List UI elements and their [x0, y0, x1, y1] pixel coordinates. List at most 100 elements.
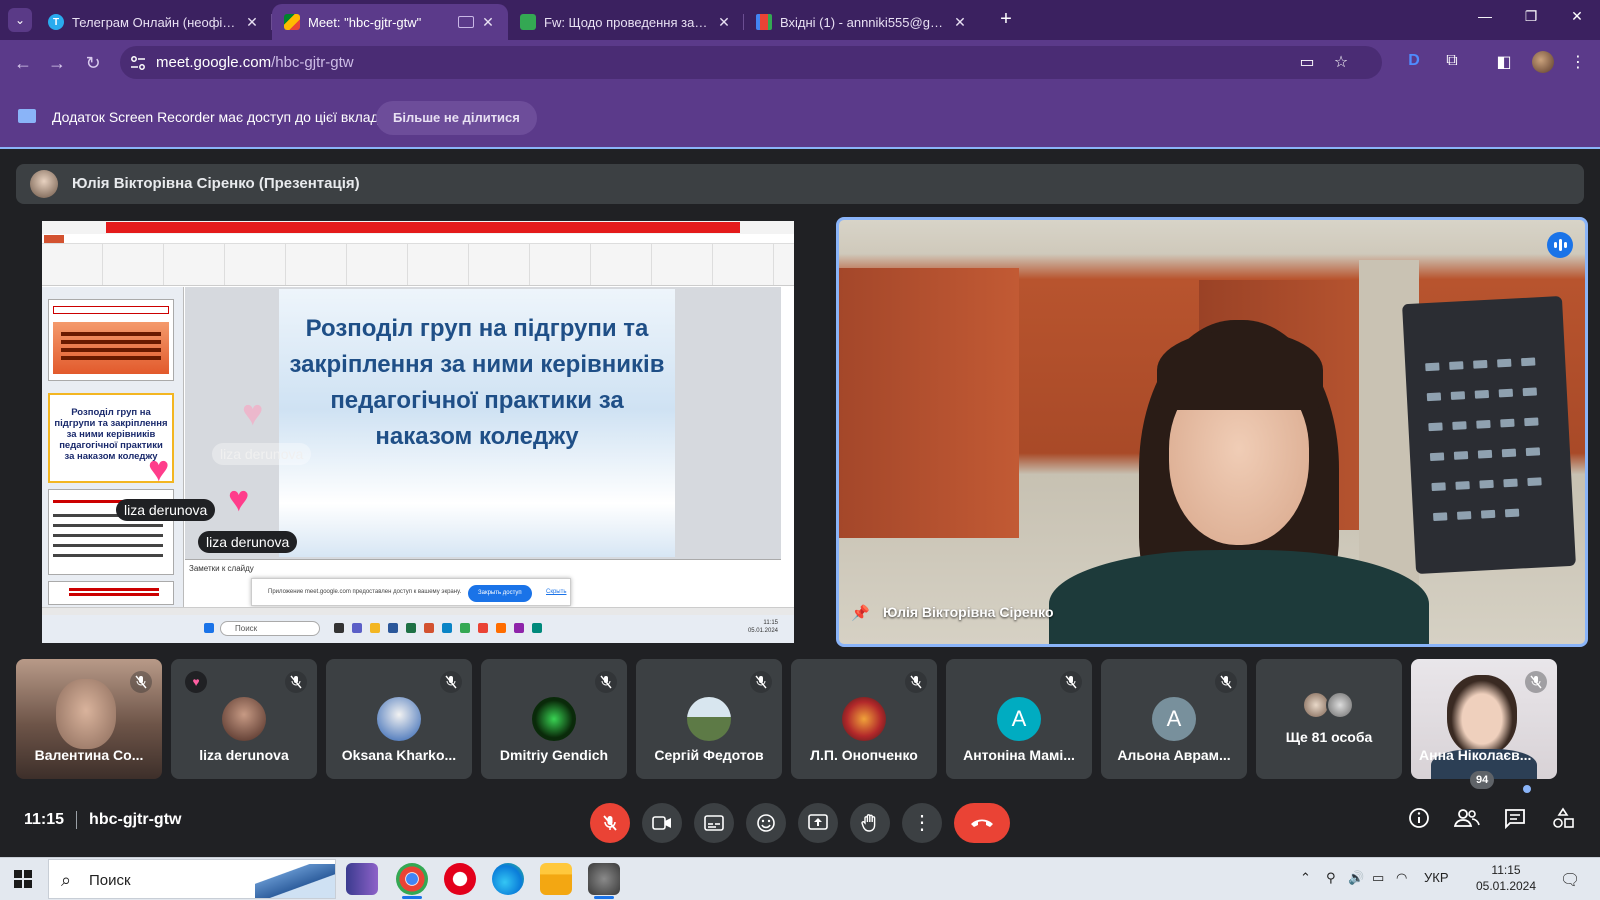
participant-tile[interactable]: Л.П. Онопченко: [791, 659, 937, 779]
side-panel-icon[interactable]: ◧: [1494, 52, 1514, 72]
address-bar[interactable]: meet.google.com/hbc-gjtr-gtw ▭ ☆: [120, 46, 1382, 79]
participant-tile[interactable]: ♥ liza derunova: [171, 659, 317, 779]
speaker-name: Юлія Вікторівна Сіренко: [883, 604, 1054, 620]
tab-gmail[interactable]: Вхідні (1) - annniki555@gmail.c... ✕: [744, 4, 980, 40]
ppt-status-bar: [42, 607, 794, 615]
app-icon: [406, 623, 416, 633]
tab-close-icon[interactable]: ✕: [480, 14, 496, 30]
participant-tile[interactable]: Dmitriy Gendich: [481, 659, 627, 779]
meet-now-icon[interactable]: ⚲: [1326, 870, 1336, 886]
participant-name: Oksana Kharko...: [341, 747, 457, 763]
tab-close-icon[interactable]: ✕: [244, 14, 260, 30]
profile-avatar[interactable]: [1532, 51, 1554, 73]
new-tab-plus-icon[interactable]: +: [996, 9, 1016, 30]
background-calculator: [1402, 295, 1576, 575]
camera-button[interactable]: [642, 803, 682, 843]
minimize-icon[interactable]: —: [1470, 8, 1500, 24]
notifications-icon[interactable]: 🗨: [1560, 870, 1580, 890]
screen-share-indicator-icon: [18, 109, 36, 123]
tab-close-icon[interactable]: ✕: [716, 14, 732, 30]
telegram-icon: T: [48, 14, 64, 30]
close-window-icon[interactable]: ✕: [1562, 8, 1592, 25]
chat-button[interactable]: [1498, 801, 1532, 835]
tab-close-icon[interactable]: ✕: [952, 14, 968, 30]
tab-telegram[interactable]: T Телеграм Онлайн (неофіційн... ✕: [36, 4, 272, 40]
more-options-button[interactable]: ⋮: [902, 803, 942, 843]
pin-icon[interactable]: 📌: [851, 604, 870, 622]
app-icon: [514, 623, 524, 633]
media-player-icon[interactable]: [346, 863, 378, 895]
hide-link: Скрыть: [546, 589, 567, 595]
notes-label: Заметки к слайду: [189, 564, 254, 573]
extensions-puzzle-icon[interactable]: ⧉: [1442, 52, 1462, 72]
activities-shapes-icon: [1553, 807, 1574, 828]
extension-d-icon[interactable]: D: [1404, 52, 1424, 72]
app-icon: [424, 623, 434, 633]
mic-off-icon: [603, 815, 617, 831]
tab-sheet[interactable]: Fw: Щодо проведення заходу... ✕: [508, 4, 744, 40]
edge-icon[interactable]: [492, 863, 524, 895]
slide-thumbnails: Розподіл груп на підгрупи та закріплення…: [42, 287, 184, 607]
chat-icon: [1505, 809, 1525, 829]
app-icon: [334, 623, 344, 633]
restore-icon[interactable]: ❐: [1516, 8, 1546, 25]
leave-call-button[interactable]: [954, 803, 1010, 843]
screen-recorder-icon[interactable]: [588, 863, 620, 899]
file-explorer-icon[interactable]: [540, 863, 572, 895]
camera-in-use-icon[interactable]: ▭: [1298, 54, 1316, 72]
bookmark-star-icon[interactable]: ☆: [1332, 54, 1350, 72]
battery-icon[interactable]: ▭: [1372, 870, 1384, 886]
more-participants-tile[interactable]: Ще 81 особа: [1256, 659, 1402, 779]
present-screen-button[interactable]: [798, 803, 838, 843]
browser-menu-icon[interactable]: ⋮: [1568, 52, 1588, 72]
language-indicator[interactable]: УКР: [1424, 870, 1449, 885]
volume-icon[interactable]: 🔊: [1348, 870, 1364, 886]
participant-tile[interactable]: Сергій Федотов: [636, 659, 782, 779]
search-highlight-image: [255, 864, 335, 898]
url-text[interactable]: meet.google.com/hbc-gjtr-gtw: [156, 54, 354, 71]
tab-search-chevron-icon[interactable]: ⌄: [8, 8, 32, 32]
forward-arrow-icon[interactable]: →: [46, 52, 68, 74]
mic-off-button[interactable]: [590, 803, 630, 843]
more-vert-icon: ⋮: [912, 812, 932, 834]
participant-tile[interactable]: Oksana Kharko...: [326, 659, 472, 779]
speaker-video-tile[interactable]: 📌 Юлія Вікторівна Сіренко: [836, 217, 1588, 647]
speaking-indicator-icon: [1547, 232, 1573, 258]
shared-screen[interactable]: Розподіл груп на підгрупи та закріплення…: [42, 221, 794, 643]
participant-tile[interactable]: Анна Ніколаєв...: [1411, 659, 1557, 779]
tab-meet[interactable]: Meet: "hbc-gjtr-gtw" ✕: [272, 4, 508, 40]
stop-sharing-button[interactable]: Більше не ділитися: [376, 101, 537, 135]
participant-avatar: [842, 697, 886, 741]
windows-start-icon[interactable]: [14, 870, 32, 888]
participant-tile[interactable]: Валентина Со...: [16, 659, 162, 779]
chrome-icon[interactable]: [396, 863, 428, 899]
back-arrow-icon[interactable]: ←: [12, 52, 34, 74]
sharing-notice-text: Приложение meet.google.com предоставлен …: [268, 589, 462, 595]
participant-name: Анна Ніколаєв...: [1419, 747, 1532, 763]
screen-recorder-banner: Додаток Screen Recorder має доступ до ці…: [0, 85, 1600, 149]
site-settings-icon[interactable]: [130, 55, 146, 71]
meeting-details-button[interactable]: [1402, 801, 1436, 835]
browser-toolbar: ← → ↻ meet.google.com/hbc-gjtr-gtw ▭ ☆: [0, 40, 1600, 85]
show-hidden-icons-chevron-icon[interactable]: ⌃: [1300, 870, 1311, 886]
system-clock[interactable]: 11:15 05.01.2024: [1466, 862, 1546, 894]
participant-tile[interactable]: A Альона Аврам...: [1101, 659, 1247, 779]
captions-icon: [704, 815, 724, 831]
tab-title: Вхідні (1) - annniki555@gmail.c...: [780, 14, 946, 30]
activities-button[interactable]: [1546, 801, 1580, 835]
reload-icon[interactable]: ↻: [82, 52, 104, 74]
raise-hand-button[interactable]: [850, 803, 890, 843]
app-icon: [442, 623, 452, 633]
shared-date: 05.01.2024: [747, 628, 778, 634]
shared-taskbar: Поиск 11:15 05.01.2024: [42, 615, 794, 643]
participant-tile[interactable]: A Антоніна Мамі...: [946, 659, 1092, 779]
people-button[interactable]: [1450, 801, 1484, 835]
opera-icon[interactable]: [444, 863, 476, 895]
captions-button[interactable]: [694, 803, 734, 843]
wifi-icon[interactable]: ◠: [1396, 870, 1407, 886]
reaction-name: liza derunova: [116, 499, 216, 521]
taskbar-search-box[interactable]: ⌕ Поиск: [48, 859, 336, 899]
reactions-button[interactable]: [746, 803, 786, 843]
muted-mic-icon: [750, 671, 772, 693]
windows-taskbar: ⌕ Поиск ⌃ ⚲ 🔊 ▭ ◠ УКР 11:15 05.01.2024 🗨: [0, 857, 1600, 900]
